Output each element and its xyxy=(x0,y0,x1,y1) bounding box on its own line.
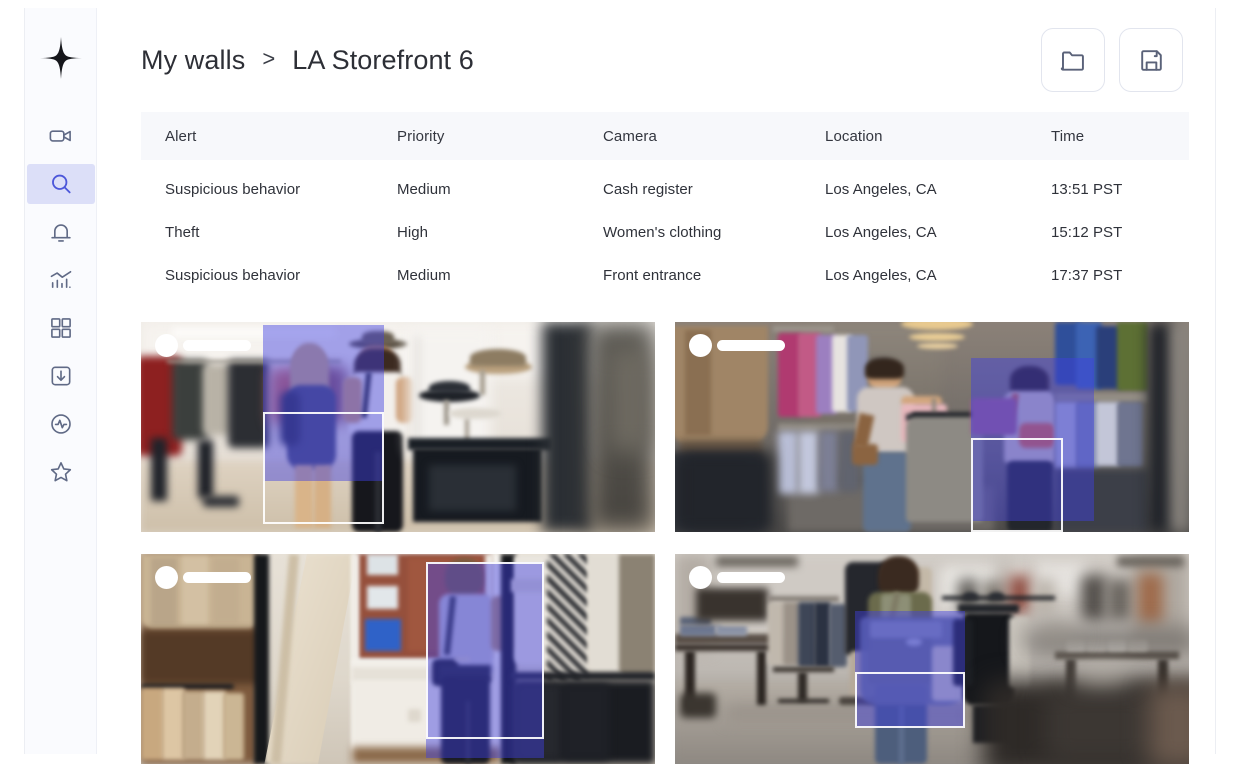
cell-priority: Medium xyxy=(373,160,579,211)
download-icon xyxy=(51,366,70,386)
tracking-bounding-box xyxy=(854,671,966,729)
sidebar-item-favorites[interactable] xyxy=(27,452,95,492)
main-content: My walls > LA Storefront 6 Alert Priorit… xyxy=(97,8,1215,764)
cell-location: Los Angeles, CA xyxy=(801,254,1027,306)
sidebar xyxy=(25,8,97,754)
camera-name-redacted-bar xyxy=(717,572,785,583)
sidebar-item-alerts[interactable] xyxy=(27,212,95,252)
camera-tile-1[interactable] xyxy=(141,322,655,532)
camera-name-redacted-bar xyxy=(183,572,251,583)
cell-priority: Medium xyxy=(373,254,579,306)
table-header-row: Alert Priority Camera Location Time xyxy=(141,112,1189,160)
camera-tile-label-redacted-3 xyxy=(155,566,251,589)
tracking-bounding-box xyxy=(426,562,545,739)
four-point-star-logo-icon xyxy=(39,37,82,79)
save-disk-icon xyxy=(1140,49,1162,71)
camera-status-dot xyxy=(155,334,178,357)
open-folder-button[interactable] xyxy=(1041,28,1105,92)
breadcrumb-parent[interactable]: My walls xyxy=(141,45,245,76)
camera-tile-label-redacted-1 xyxy=(155,334,251,357)
column-header-priority[interactable]: Priority xyxy=(373,112,579,160)
column-header-alert[interactable]: Alert xyxy=(141,112,373,160)
column-header-location[interactable]: Location xyxy=(801,112,1027,160)
search-icon xyxy=(51,174,71,194)
camera-status-dot xyxy=(155,566,178,589)
cell-time: 13:51 PST xyxy=(1027,160,1189,211)
cell-alert: Suspicious behavior xyxy=(141,160,373,211)
sidebar-item-cameras[interactable] xyxy=(27,116,95,156)
breadcrumb-current: LA Storefront 6 xyxy=(292,44,474,75)
camera-status-dot xyxy=(689,334,712,357)
table-row[interactable]: Theft High Women's clothing Los Angeles,… xyxy=(141,211,1189,254)
column-header-time[interactable]: Time xyxy=(1027,112,1189,160)
sidebar-item-analytics[interactable] xyxy=(27,260,95,300)
sidebar-item-walls[interactable] xyxy=(27,308,95,348)
grid-icon xyxy=(50,318,71,338)
cell-camera: Cash register xyxy=(579,160,801,211)
camera-tile-3[interactable] xyxy=(141,554,655,764)
camera-status-dot xyxy=(689,566,712,589)
alerts-table: Alert Priority Camera Location Time Susp… xyxy=(141,112,1189,306)
breadcrumb: My walls > LA Storefront 6 xyxy=(141,45,474,76)
activity-icon xyxy=(50,414,71,434)
app-logo[interactable] xyxy=(37,34,85,82)
column-header-camera[interactable]: Camera xyxy=(579,112,801,160)
star-icon xyxy=(50,462,71,482)
cell-camera: Women's clothing xyxy=(579,211,801,254)
tracking-bounding-box xyxy=(970,437,1064,532)
cell-time: 17:37 PST xyxy=(1027,254,1189,306)
folder-icon xyxy=(1060,51,1084,71)
camera-name-redacted-bar xyxy=(183,340,251,351)
cell-priority: High xyxy=(373,211,579,254)
topbar: My walls > LA Storefront 6 xyxy=(97,8,1215,112)
camera-tile-4[interactable] xyxy=(675,554,1189,764)
app-window: My walls > LA Storefront 6 Alert Priorit… xyxy=(24,8,1216,764)
alerts-table-body: Suspicious behavior Medium Cash register… xyxy=(141,160,1189,306)
cell-alert: Suspicious behavior xyxy=(141,254,373,306)
table-row[interactable]: Suspicious behavior Medium Cash register… xyxy=(141,160,1189,211)
bar-chart-icon xyxy=(50,270,71,288)
cell-time: 15:12 PST xyxy=(1027,211,1189,254)
cell-location: Los Angeles, CA xyxy=(801,160,1027,211)
tracking-bounding-box xyxy=(263,412,385,524)
table-row[interactable]: Suspicious behavior Medium Front entranc… xyxy=(141,254,1189,306)
camera-tile-label-redacted-4 xyxy=(689,566,785,589)
cell-alert: Theft xyxy=(141,211,373,254)
cell-camera: Front entrance xyxy=(579,254,801,306)
breadcrumb-separator-icon: > xyxy=(262,46,276,71)
alerts-table-head: Alert Priority Camera Location Time xyxy=(141,112,1189,160)
alerts-table-wrap: Alert Priority Camera Location Time Susp… xyxy=(141,112,1189,306)
sidebar-item-health[interactable] xyxy=(27,404,95,444)
sidebar-item-search[interactable] xyxy=(26,164,95,204)
cell-location: Los Angeles, CA xyxy=(801,211,1027,254)
topbar-actions xyxy=(1041,28,1183,92)
sidebar-nav xyxy=(25,116,96,500)
video-camera-icon xyxy=(49,130,71,142)
bell-icon xyxy=(50,224,71,242)
sidebar-item-downloads[interactable] xyxy=(27,356,95,396)
camera-tile-label-redacted-2 xyxy=(689,334,785,357)
video-wall-grid xyxy=(141,322,1189,764)
camera-name-redacted-bar xyxy=(717,340,785,351)
camera-tile-2[interactable] xyxy=(675,322,1189,532)
save-button[interactable] xyxy=(1119,28,1183,92)
